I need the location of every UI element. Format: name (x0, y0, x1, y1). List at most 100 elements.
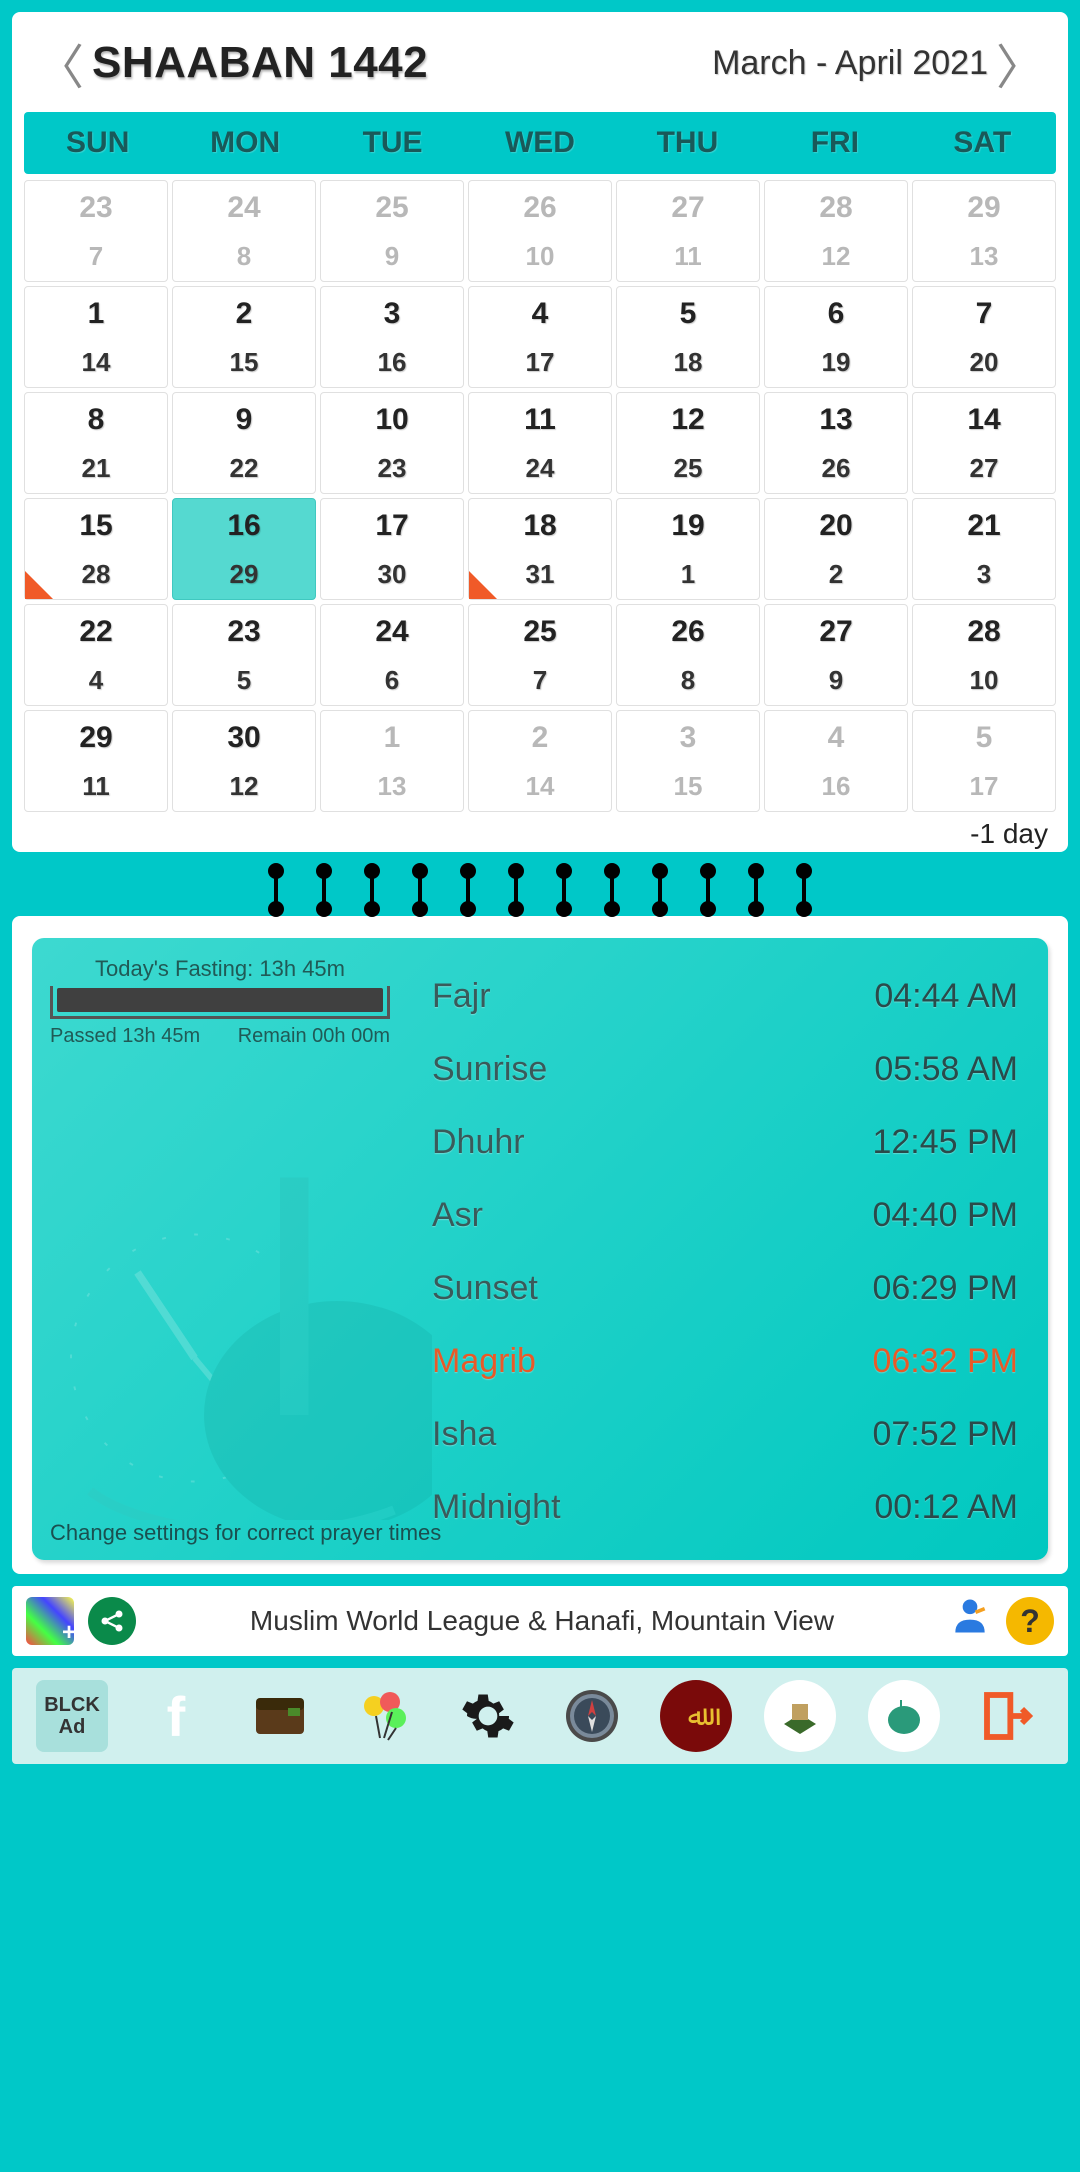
gregorian-day: 26 (822, 453, 851, 484)
hijri-day: 20 (819, 509, 852, 543)
info-bar: + Muslim World League & Hanafi, Mountain… (12, 1586, 1068, 1656)
calendar-day[interactable]: 1427 (912, 392, 1056, 494)
quran-icon[interactable] (764, 1680, 836, 1752)
calendar-day[interactable]: 417 (468, 286, 612, 388)
gregorian-day: 21 (82, 453, 111, 484)
settings-hint[interactable]: Change settings for correct prayer times (50, 1520, 441, 1546)
calendar-day[interactable]: 237 (24, 180, 168, 282)
calendar-day[interactable]: 114 (24, 286, 168, 388)
gregorian-day: 2 (829, 559, 843, 590)
spiral-binding (0, 860, 1080, 920)
calendar-day[interactable]: 2711 (616, 180, 760, 282)
prayer-row[interactable]: Sunset06:29 PM (426, 1252, 1024, 1325)
prayer-row[interactable]: Isha07:52 PM (426, 1398, 1024, 1471)
prev-month-button[interactable]: 〈 (28, 28, 92, 98)
prayer-row[interactable]: Midnight00:12 AM (426, 1471, 1024, 1544)
calendar-day[interactable]: 191 (616, 498, 760, 600)
calendar-day[interactable]: 1528 (24, 498, 168, 600)
next-month-button[interactable]: 〉 (988, 28, 1052, 98)
compass-icon[interactable] (556, 1680, 628, 1752)
calendar-day[interactable]: 3012 (172, 710, 316, 812)
gregorian-day: 17 (526, 347, 555, 378)
prayer-row[interactable]: Dhuhr12:45 PM (426, 1106, 1024, 1179)
gregorian-day: 6 (385, 665, 399, 696)
calendar-day[interactable]: 315 (616, 710, 760, 812)
prayer-row[interactable]: Fajr04:44 AM (426, 960, 1024, 1033)
calendar-day[interactable]: 922 (172, 392, 316, 494)
calendar-day[interactable]: 113 (320, 710, 464, 812)
calendar-day[interactable]: 1225 (616, 392, 760, 494)
calendar-day[interactable]: 248 (172, 180, 316, 282)
help-icon[interactable]: ? (1006, 1597, 1054, 1645)
hijri-day: 3 (384, 297, 401, 331)
gregorian-day: 1 (681, 559, 695, 590)
calendar-day[interactable]: 22 4 (24, 604, 168, 706)
calendar-day[interactable]: 257 (468, 604, 612, 706)
calendar-day[interactable]: 720 (912, 286, 1056, 388)
calendar-day[interactable]: 1730 (320, 498, 464, 600)
share-icon[interactable] (88, 1597, 136, 1645)
weekday-label: THU (614, 112, 761, 174)
prayer-row[interactable]: Sunrise05:58 AM (426, 1033, 1024, 1106)
calendar-day[interactable]: 416 (764, 710, 908, 812)
calendar-day[interactable]: 2810 (912, 604, 1056, 706)
allah-icon[interactable]: ﷲ (660, 1680, 732, 1752)
calendar-day[interactable]: 517 (912, 710, 1056, 812)
calendar-day[interactable]: 316 (320, 286, 464, 388)
hijri-day: 22 (79, 615, 112, 649)
hijri-day: 14 (967, 403, 1000, 437)
gregorian-day: 12 (822, 241, 851, 272)
prayer-card: Today's Fasting: 13h 45m Passed 13h 45m … (12, 916, 1068, 1574)
calendar-day[interactable]: 259 (320, 180, 464, 282)
calendar-day[interactable]: 1023 (320, 392, 464, 494)
block-ad-button[interactable]: BLCKAd (36, 1680, 108, 1752)
calendar-day[interactable]: 29 11 (24, 710, 168, 812)
calendar-day[interactable]: 1124 (468, 392, 612, 494)
prayer-row[interactable]: Magrib06:32 PM (426, 1325, 1024, 1398)
prayer-name: Midnight (432, 1488, 561, 1527)
calendar-day[interactable]: 821 (24, 392, 168, 494)
prayer-row[interactable]: Asr04:40 PM (426, 1179, 1024, 1252)
calendar-day[interactable]: 2812 (764, 180, 908, 282)
calendar-day[interactable]: 1629 (172, 498, 316, 600)
prayer-name: Sunset (432, 1269, 538, 1308)
gregorian-day: 11 (82, 771, 110, 802)
hijri-day: 29 (79, 721, 112, 755)
calendar-day[interactable]: 1831 (468, 498, 612, 600)
gregorian-day: 10 (526, 241, 555, 272)
wallet-icon[interactable] (244, 1680, 316, 1752)
weekday-label: SAT (909, 112, 1056, 174)
gregorian-day: 13 (378, 771, 407, 802)
calendar-day[interactable]: 2913 (912, 180, 1056, 282)
mosque-dome-icon[interactable] (868, 1680, 940, 1752)
gregorian-day: 4 (89, 665, 103, 696)
calendar-day[interactable]: 619 (764, 286, 908, 388)
calendar-day[interactable]: 235 (172, 604, 316, 706)
hijri-day: 11 (524, 403, 556, 437)
user-rating-icon[interactable] (948, 1594, 992, 1648)
gregorian-day: 9 (829, 665, 843, 696)
balloons-icon[interactable] (348, 1680, 420, 1752)
calendar-day[interactable]: 26 8 (616, 604, 760, 706)
facebook-icon[interactable]: f (140, 1680, 212, 1752)
calendar-header: 〈 SHAABAN 1442 March - April 2021 〉 (24, 20, 1056, 112)
calendar-day[interactable]: 20 2 (764, 498, 908, 600)
gregorian-day: 9 (385, 241, 399, 272)
add-widget-icon[interactable]: + (26, 1597, 74, 1645)
calendar-day[interactable]: 279 (764, 604, 908, 706)
weekday-label: TUE (319, 112, 466, 174)
exit-icon[interactable] (972, 1680, 1044, 1752)
calendar-day[interactable]: 214 (468, 710, 612, 812)
calendar-day[interactable]: 246 (320, 604, 464, 706)
gregorian-day: 8 (237, 241, 251, 272)
gregorian-day: 8 (681, 665, 695, 696)
calendar-day[interactable]: 213 (912, 498, 1056, 600)
calendar-day[interactable]: 215 (172, 286, 316, 388)
calendar-day[interactable]: 1326 (764, 392, 908, 494)
fasting-remain: Remain 00h 00m (238, 1025, 390, 1048)
fasting-progress (50, 986, 390, 1019)
settings-icon[interactable] (452, 1680, 524, 1752)
calendar-day[interactable]: 2610 (468, 180, 612, 282)
hijri-day: 26 (671, 615, 704, 649)
calendar-day[interactable]: 518 (616, 286, 760, 388)
